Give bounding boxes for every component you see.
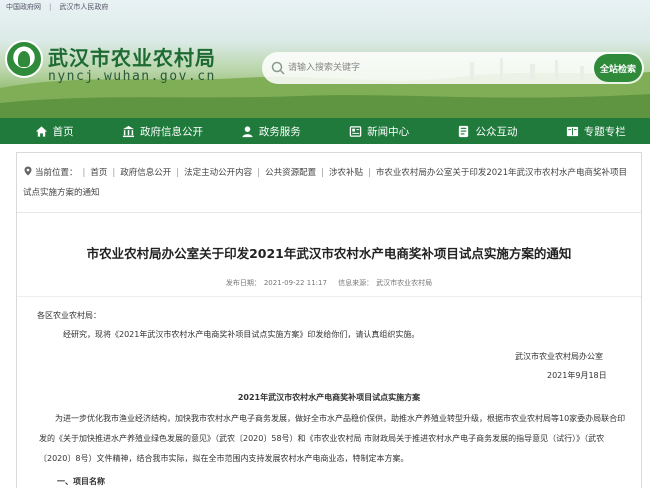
nav-item-columns[interactable]: 专题专栏 xyxy=(542,118,650,144)
nav-label: 政务服务 xyxy=(258,125,301,138)
user-icon xyxy=(242,125,253,137)
nav-label: 政府信息公开 xyxy=(139,125,203,138)
breadcrumb-divider xyxy=(17,212,641,213)
plan-title: 2021年武汉市农村水产电商奖补项目试点实施方案 xyxy=(237,393,421,402)
site-domain: nyncj.wuhan.gov.cn xyxy=(48,69,216,84)
header-banner: 中国政府网 | 武汉市人民政府 武汉市农业农村局 nyncj.wuhan.gov.c… xyxy=(0,0,650,118)
search-bar: 全站检索 xyxy=(262,52,644,84)
nav-label: 公众互动 xyxy=(475,125,518,138)
main-nav: 首页 政府信息公开 政务服务 新闻中心 公众互动 专题专栏 xyxy=(0,118,650,144)
plan-paragraph: 为进一步优化我市渔业经济结构，加快我市农村水产电子商务发展，做好全市水产品稳价保… xyxy=(39,414,626,463)
columns-icon xyxy=(566,126,578,136)
nav-label: 专题专栏 xyxy=(583,125,626,138)
nav-label: 首页 xyxy=(52,125,74,138)
nav-item-services[interactable]: 政务服务 xyxy=(217,118,325,144)
publish-label: 发布日期： xyxy=(225,279,261,287)
source-label: 信息来源： xyxy=(338,279,374,287)
article-meta: 发布日期： 2021-09-22 11:17 信息来源： 武汉市农业农村局 xyxy=(17,278,641,288)
article-container: 当前位置： | 首页 | 政府信息公开 | 法定主动公开内容 | 公共资源配置 | 涉农补贴 | 市农业… xyxy=(16,152,642,488)
meta-divider xyxy=(17,296,641,297)
nav-item-interaction[interactable]: 公众互动 xyxy=(433,118,541,144)
signer: 武汉市农业农村局办公室 xyxy=(515,352,603,361)
search-icon xyxy=(271,61,285,75)
top-link-gov[interactable]: 中国政府网 xyxy=(6,3,41,11)
bank-icon xyxy=(122,125,135,137)
top-links: 中国政府网 | 武汉市人民政府 xyxy=(6,3,109,11)
publish-date: 2021-09-22 11:17 xyxy=(263,279,327,287)
nav-item-news[interactable]: 新闻中心 xyxy=(325,118,433,144)
article-title: 市农业农村局办公室关于印发2021年武汉市农村水产电商奖补项目试点实施方案的通知 xyxy=(86,246,572,261)
breadcrumb-item-home[interactable]: 首页 xyxy=(90,168,107,178)
breadcrumb: 当前位置： | 首页 | 政府信息公开 | 法定主动公开内容 | 公共资源配置 | 涉农补贴 | 市农业… xyxy=(23,166,627,198)
location-icon xyxy=(24,166,32,176)
news-icon xyxy=(349,125,362,137)
breadcrumb-item-statutory[interactable]: 法定主动公开内容 xyxy=(184,168,252,178)
top-link-wuhan[interactable]: 武汉市人民政府 xyxy=(59,3,108,11)
chat-icon xyxy=(459,125,469,137)
nav-label: 新闻中心 xyxy=(367,125,410,138)
salutation: 各区农业农村局： xyxy=(37,311,101,320)
source-value: 武汉市农业农村局 xyxy=(376,279,433,287)
site-logo[interactable] xyxy=(5,40,43,78)
nav-item-home[interactable]: 首页 xyxy=(0,118,108,144)
sign-date: 2021年9月18日 xyxy=(547,371,607,380)
search-input[interactable] xyxy=(288,58,588,78)
nav-item-gov-info[interactable]: 政府信息公开 xyxy=(108,118,216,144)
breadcrumb-item-gov-info[interactable]: 政府信息公开 xyxy=(120,168,171,178)
home-icon xyxy=(35,125,47,137)
section-heading: 一、项目名称 xyxy=(57,477,105,486)
intro-paragraph: 经研究，现将《2021年武汉市农村水产电商奖补项目试点实施方案》印发给你们，请认… xyxy=(63,330,420,339)
site-search-button[interactable]: 全站检索 xyxy=(594,54,642,82)
breadcrumb-item-resources[interactable]: 公共资源配置 xyxy=(265,168,316,178)
breadcrumb-prefix: 当前位置： xyxy=(35,168,78,178)
breadcrumb-item-subsidy[interactable]: 涉农补贴 xyxy=(329,168,363,178)
site-title[interactable]: 武汉市农业农村局 xyxy=(48,42,216,71)
